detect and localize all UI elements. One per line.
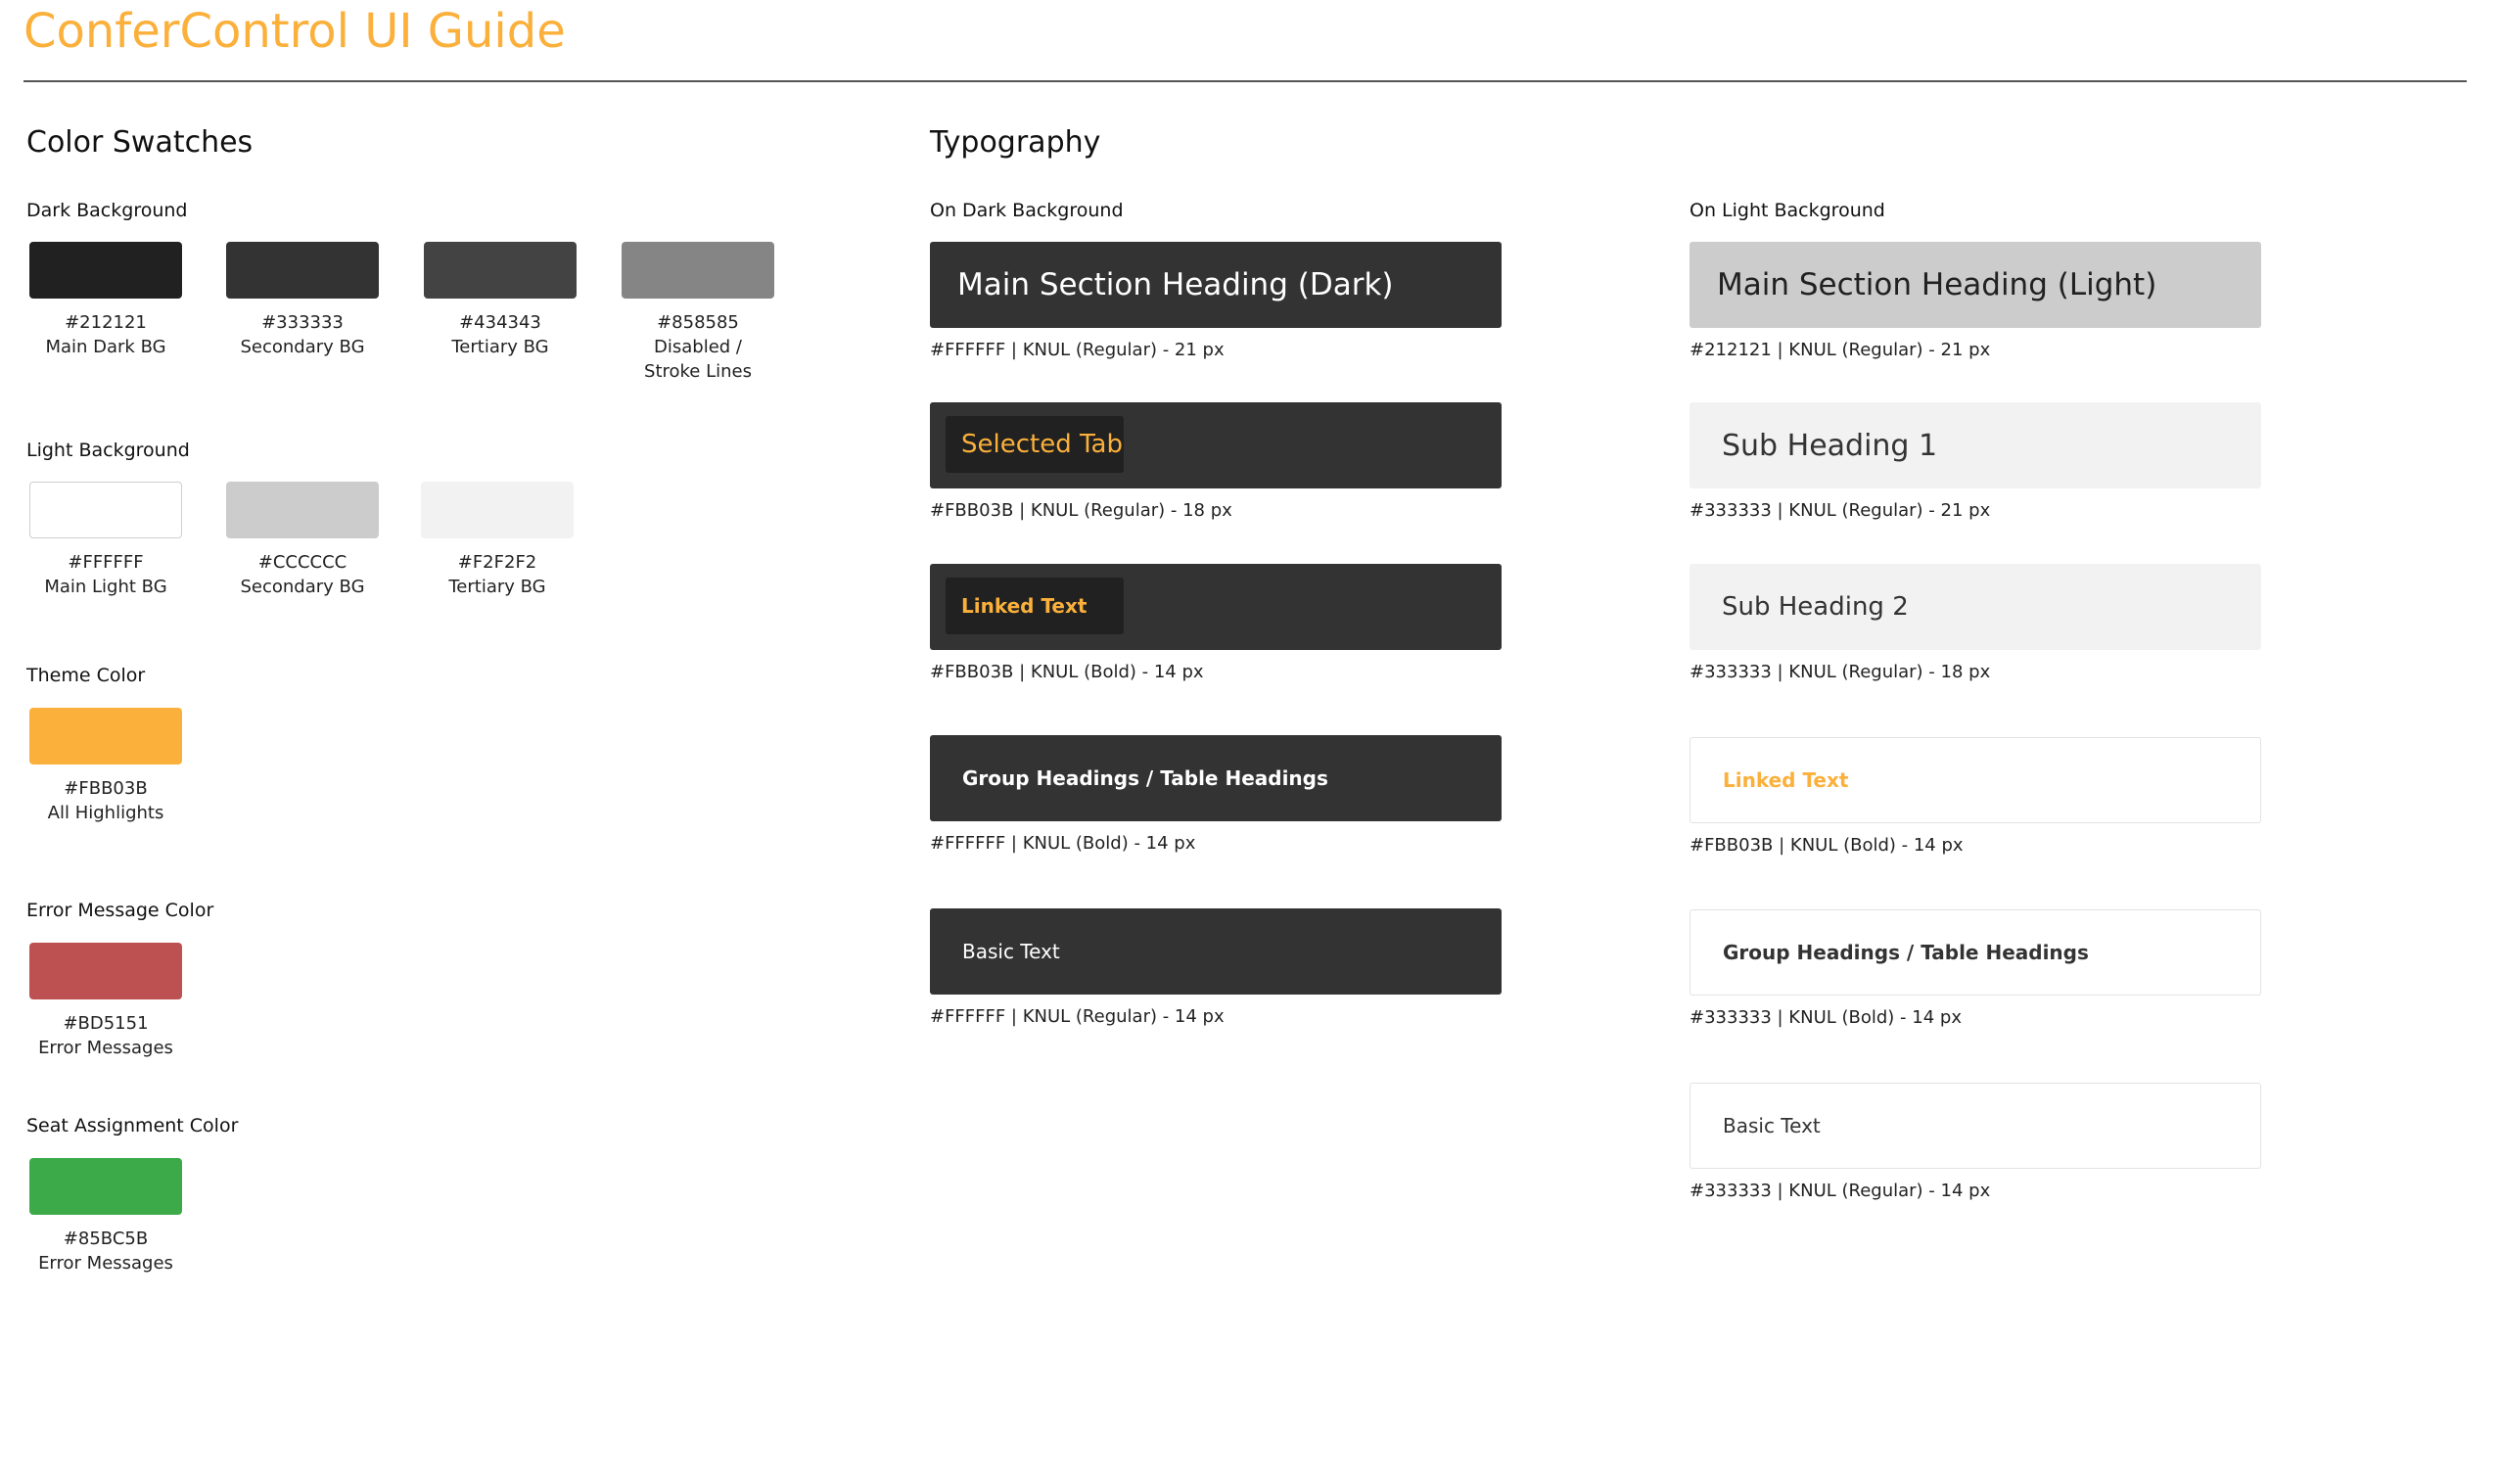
swatch-tertiary-dark-bg [424,242,577,299]
swatch-hex: #212121 [65,312,147,333]
swatch-hex: #85BC5B [63,1229,149,1249]
sample-spec: #FBB03B | KNUL (Bold) - 14 px [930,662,1204,682]
light-sub-heading-1-sample: Sub Heading 1 [1690,402,2261,488]
swatch-caption: #BD5151 Error Messages [29,1011,182,1060]
swatch-name: All Highlights [47,803,164,823]
dark-background-label: Dark Background [26,200,188,221]
sample-text: Group Headings / Table Headings [1723,941,2089,964]
swatch-hex: #BD5151 [63,1013,149,1034]
swatch-name: Main Light BG [44,577,167,597]
dark-group-headings-sample: Group Headings / Table Headings [930,735,1502,821]
swatch-caption: #85BC5B Error Messages [29,1227,182,1275]
sample-text: Basic Text [962,940,1060,963]
swatch-main-dark-bg [29,242,182,299]
error-color-label: Error Message Color [26,900,214,921]
sample-spec: #FFFFFF | KNUL (Regular) - 21 px [930,340,1225,360]
light-basic-text-sample: Basic Text [1690,1083,2261,1169]
sample-text: Sub Heading 1 [1722,428,1938,463]
swatch-caption: #212121 Main Dark BG [29,310,182,359]
sample-text: Main Section Heading (Light) [1717,267,2157,302]
swatch-error-color [29,943,182,999]
swatch-caption: #FFFFFF Main Light BG [29,550,182,599]
on-light-background-label: On Light Background [1690,200,1885,221]
light-main-heading-sample: Main Section Heading (Light) [1690,242,2261,328]
sample-text: Selected Tab [961,430,1123,459]
sample-text: Linked Text [1723,768,1849,792]
sample-spec: #333333 | KNUL (Regular) - 18 px [1690,662,1991,682]
sample-spec: #333333 | KNUL (Regular) - 21 px [1690,500,1991,521]
sample-spec: #333333 | KNUL (Regular) - 14 px [1690,1181,1991,1201]
swatch-secondary-dark-bg [226,242,379,299]
swatch-caption: #434343 Tertiary BG [424,310,577,359]
swatch-theme-color [29,708,182,765]
sample-text: Basic Text [1723,1114,1821,1137]
swatch-tertiary-light-bg [421,482,574,538]
swatch-secondary-light-bg [226,482,379,538]
page-title: ConferControl UI Guide [23,4,566,59]
seat-assignment-label: Seat Assignment Color [26,1115,239,1136]
typography-heading: Typography [930,125,1101,160]
light-group-headings-sample: Group Headings / Table Headings [1690,909,2261,996]
swatch-name: Secondary BG [240,577,365,597]
light-linked-text-sample: Linked Text [1690,737,2261,823]
swatch-hex: #858585 [657,312,739,333]
swatch-hex: #F2F2F2 [457,552,537,573]
swatch-name-line2: Stroke Lines [644,361,752,382]
sample-spec: #FBB03B | KNUL (Regular) - 18 px [930,500,1232,521]
swatch-name: Error Messages [38,1038,173,1058]
sample-spec: #FFFFFF | KNUL (Regular) - 14 px [930,1006,1225,1027]
sample-text: Main Section Heading (Dark) [957,267,1394,302]
linked-text-chip: Linked Text [946,578,1124,634]
swatch-name: Error Messages [38,1253,173,1274]
title-divider [23,80,2467,82]
swatch-main-light-bg [29,482,182,538]
light-background-label: Light Background [26,440,190,461]
sample-spec: #212121 | KNUL (Regular) - 21 px [1690,340,1991,360]
swatch-name: Secondary BG [240,337,365,357]
theme-color-label: Theme Color [26,665,146,686]
swatch-name: Tertiary BG [448,577,546,597]
swatch-name: Tertiary BG [451,337,549,357]
color-swatches-heading: Color Swatches [26,125,254,160]
dark-basic-text-sample: Basic Text [930,908,1502,995]
dark-selected-tab-sample: Selected Tab [930,402,1502,488]
swatch-caption: #333333 Secondary BG [226,310,379,359]
swatch-caption: #CCCCCC Secondary BG [226,550,379,599]
swatch-seat-assignment [29,1158,182,1215]
swatch-hex: #FFFFFF [68,552,144,573]
swatch-caption: #858585 Disabled / Stroke Lines [622,310,774,384]
light-sub-heading-2-sample: Sub Heading 2 [1690,564,2261,650]
swatch-name: Disabled / [654,337,742,357]
swatch-hex: #FBB03B [64,778,148,799]
swatch-caption: #FBB03B All Highlights [29,776,182,825]
sample-spec: #FBB03B | KNUL (Bold) - 14 px [1690,835,1964,856]
swatch-name: Main Dark BG [45,337,166,357]
dark-linked-text-sample: Linked Text [930,564,1502,650]
on-dark-background-label: On Dark Background [930,200,1124,221]
sample-text: Sub Heading 2 [1722,592,1909,622]
selected-tab: Selected Tab [946,416,1124,473]
sample-text: Linked Text [961,594,1088,618]
swatch-caption: #F2F2F2 Tertiary BG [421,550,574,599]
sample-text: Group Headings / Table Headings [962,766,1328,790]
swatch-hex: #CCCCCC [257,552,347,573]
swatch-hex: #333333 [261,312,344,333]
swatch-disabled-stroke [622,242,774,299]
dark-main-heading-sample: Main Section Heading (Dark) [930,242,1502,328]
swatch-hex: #434343 [459,312,541,333]
sample-spec: #FFFFFF | KNUL (Bold) - 14 px [930,833,1196,854]
sample-spec: #333333 | KNUL (Bold) - 14 px [1690,1007,1962,1028]
